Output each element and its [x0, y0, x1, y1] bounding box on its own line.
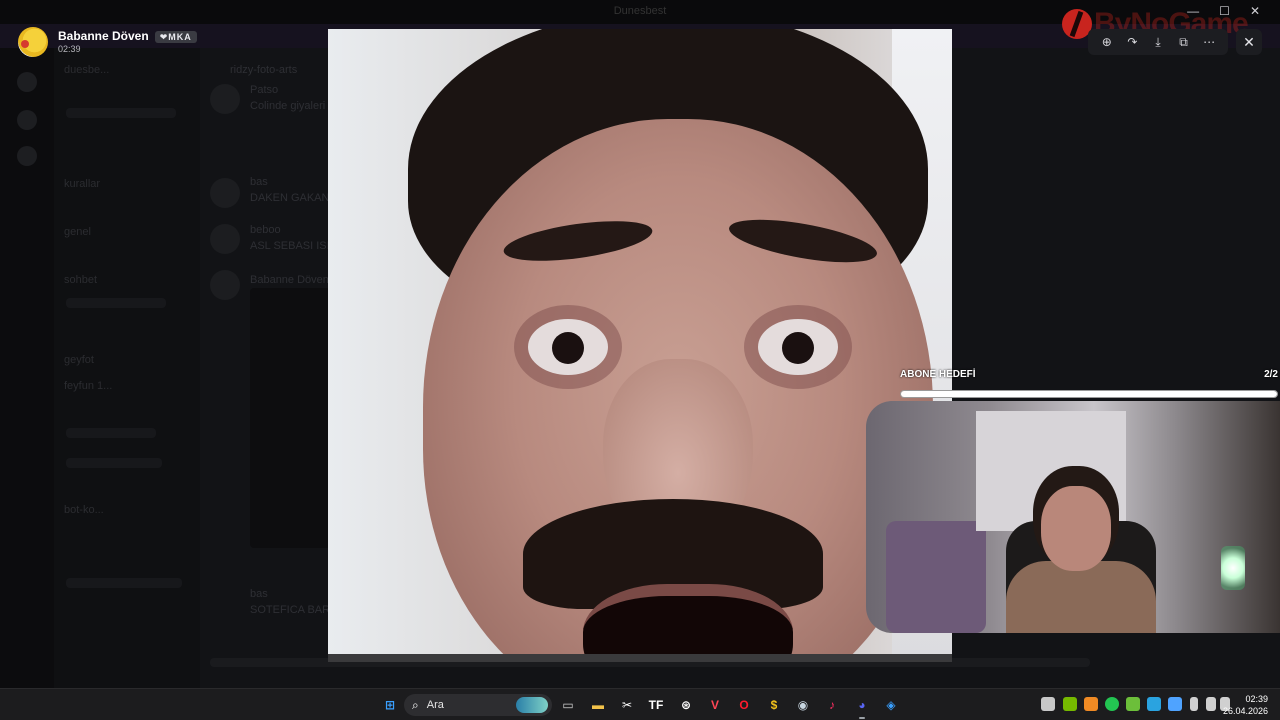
message-author: beboo: [250, 224, 281, 236]
avatar: [210, 224, 240, 254]
discord-icon[interactable]: ◕: [852, 695, 872, 715]
cam-person-head: [1041, 486, 1111, 571]
viewer-close-button[interactable]: ✕: [1236, 29, 1262, 55]
user-panel: [66, 578, 182, 588]
windows-taskbar: ⊞ ⌕ Ara ▭ ▬ ✂ TF ⊛ V O $ ◉ ♪ ◕ ◈ 02:39 2…: [0, 688, 1280, 720]
nvidia-icon[interactable]: [1063, 697, 1077, 711]
channel-placeholder: [66, 458, 162, 468]
photo-eye: [528, 319, 608, 375]
channel-placeholder: [66, 108, 176, 118]
steelseries-icon[interactable]: [1041, 697, 1055, 711]
channel-item: feyfun 1...: [64, 380, 113, 392]
goal-label: ABONE HEDEFİ: [900, 369, 976, 380]
tiktok-icon[interactable]: ♪: [822, 695, 842, 715]
photo-eye: [758, 319, 838, 375]
cam-person-body: [1006, 561, 1156, 633]
tray-box-icon[interactable]: [1126, 697, 1140, 711]
message-author: Babanne Döven: [250, 274, 329, 286]
message-timestamp: 02:39: [58, 43, 81, 54]
message-text: Colinde giyaleri: [250, 100, 326, 112]
file-explorer-icon[interactable]: ▬: [588, 695, 608, 715]
server-icon: [17, 72, 37, 92]
webcam-overlay: [866, 401, 1280, 633]
avatar[interactable]: [18, 27, 48, 57]
cam-background-object: [886, 521, 986, 633]
mic-icon[interactable]: [1190, 697, 1198, 711]
app-tray-icon[interactable]: [1084, 697, 1098, 711]
channel-item: bot-ko...: [64, 504, 104, 516]
search-icon: ⌕: [412, 697, 419, 712]
taskbar-search[interactable]: ⌕ Ara: [404, 694, 552, 716]
close-icon: ✕: [1243, 33, 1255, 50]
viewer-header: Babanne Döven ❤MKA 02:39: [18, 27, 197, 57]
channel-list: duesbe... kurallar genel sohbet geyfot f…: [54, 48, 200, 688]
server-tag-badge: ❤MKA: [154, 30, 197, 43]
avatar: [210, 270, 240, 300]
goal-header: ABONE HEDEFİ 2/2: [900, 369, 1278, 380]
avatar: [210, 84, 240, 114]
channel-title: ridzy-foto-arts: [230, 64, 298, 76]
channel-placeholder: [66, 428, 156, 438]
capcut-icon[interactable]: ✂: [617, 695, 637, 715]
chatgpt-icon[interactable]: ⊛: [676, 695, 696, 715]
server-list: [0, 48, 54, 688]
channel-item: kurallar: [64, 178, 101, 190]
open-external-icon[interactable]: ⧉: [1176, 35, 1192, 50]
channel-placeholder: [66, 298, 166, 308]
start-icon[interactable]: ⊞: [380, 695, 400, 715]
search-highlight-image: [516, 697, 548, 713]
avatar: [210, 178, 240, 208]
message-author: bas: [250, 588, 268, 600]
author-meta: Babanne Döven ❤MKA 02:39: [58, 29, 197, 54]
more-icon[interactable]: ⋯: [1201, 35, 1217, 49]
subscriber-goal-widget: ABONE HEDEFİ 2/2: [900, 369, 1278, 398]
server-name: duesbe...: [64, 64, 110, 76]
clock-time: 02:39: [1245, 694, 1268, 704]
clock-date: 26.04.2026: [1222, 706, 1268, 716]
channel-item: genel: [64, 226, 91, 238]
viewer-toolbar: ⊕ ↷ ⤓ ⧉ ⋯: [1088, 29, 1228, 55]
taskbar-clock[interactable]: 02:39 26.04.2026: [1223, 693, 1268, 717]
download-icon[interactable]: ⤓: [1150, 35, 1166, 50]
vpn-icon[interactable]: ◈: [881, 695, 901, 715]
message-author: bas: [250, 176, 268, 188]
message-text: ASL SEBASI ISI: [250, 240, 330, 252]
server-icon: [17, 110, 37, 130]
message-image: [250, 288, 330, 548]
steam-icon[interactable]: ◉: [793, 695, 813, 715]
window-close-button[interactable]: ✕: [1250, 4, 1260, 18]
author-name-row: Babanne Döven ❤MKA: [58, 29, 197, 44]
active-app-indicator: [859, 717, 865, 719]
goal-progress-bar: [900, 390, 1278, 398]
task-view-icon[interactable]: ▭: [558, 695, 578, 715]
display-icon[interactable]: [1206, 697, 1216, 711]
photo-mouth: [583, 584, 793, 662]
message-text: DAKEN GAKANI: [250, 192, 333, 204]
author-name[interactable]: Babanne Döven: [58, 29, 149, 44]
zoom-icon[interactable]: ⊕: [1099, 35, 1115, 49]
coin-app-icon[interactable]: $: [764, 695, 784, 715]
message-author: Patso: [250, 84, 279, 96]
goal-count: 2/2: [1264, 369, 1278, 380]
channel-item: geyfot: [64, 354, 94, 366]
valorant-icon[interactable]: V: [705, 695, 725, 715]
server-icon: [17, 146, 37, 166]
viewed-media[interactable]: [328, 29, 952, 662]
media-progress-bar[interactable]: [328, 654, 952, 662]
cam-light: [1221, 546, 1245, 590]
telegram-icon[interactable]: [1147, 697, 1161, 711]
forward-icon[interactable]: ↷: [1124, 35, 1140, 49]
opera-icon[interactable]: O: [734, 695, 754, 715]
goal-progress-fill: [901, 391, 1277, 397]
network-app-icon[interactable]: [1168, 697, 1182, 711]
search-placeholder: Ara: [426, 699, 444, 711]
green-circle-icon[interactable]: [1105, 697, 1119, 711]
message-text: SOTEFICA BAR: [250, 604, 331, 616]
channel-item: sohbet: [64, 274, 98, 286]
tf-icon[interactable]: TF: [646, 695, 666, 715]
